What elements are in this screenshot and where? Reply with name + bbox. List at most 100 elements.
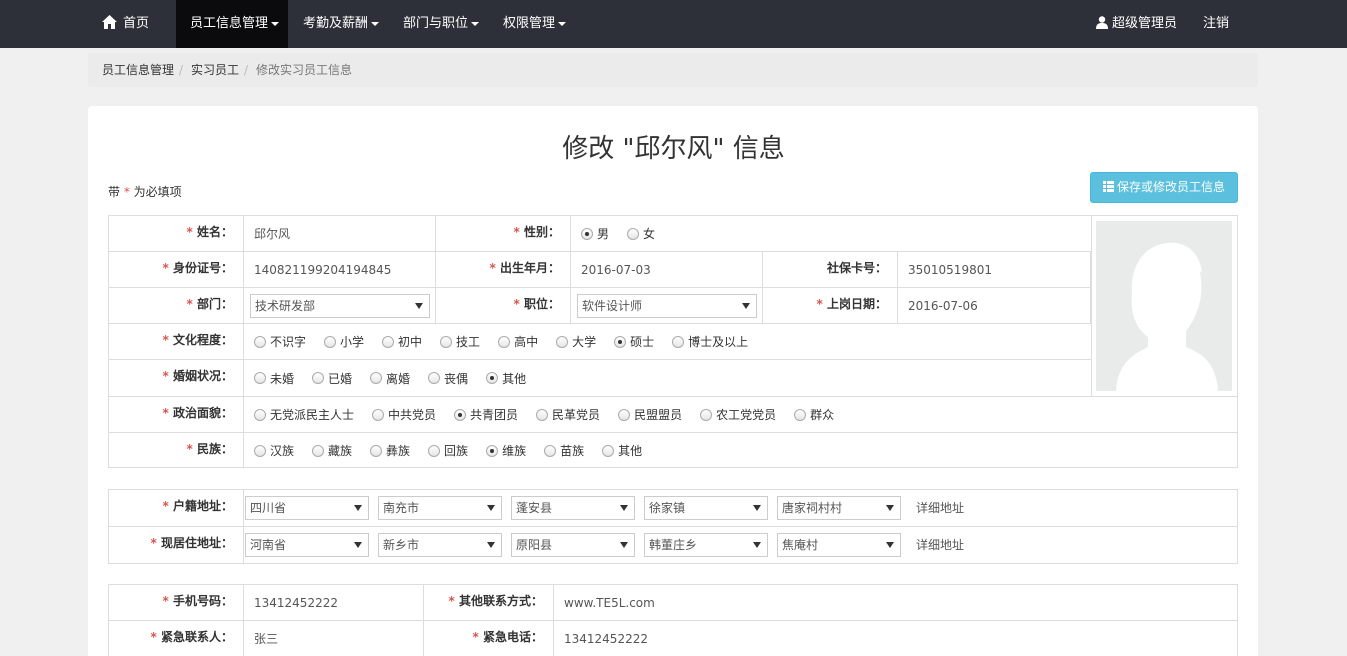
emergency-phone-field[interactable]: 13412452222 — [554, 621, 1237, 656]
radio-option[interactable]: 无党派民主人士 — [254, 406, 354, 423]
other-contact-field[interactable]: www.TE5L.com — [554, 585, 1237, 620]
radio-option[interactable]: 其他 — [486, 370, 526, 387]
radio-option[interactable]: 技工 — [440, 333, 480, 350]
birth-field[interactable]: 2016-07-03 — [571, 252, 763, 287]
radio-unchecked-icon[interactable] — [254, 408, 266, 421]
radio-unchecked-icon[interactable] — [498, 335, 511, 348]
current-town-select[interactable]: 韩董庄乡 — [644, 533, 768, 557]
radio-option[interactable]: 初中 — [382, 333, 422, 350]
current-detail-input[interactable]: 详细地址 — [906, 527, 964, 563]
nav-user-label: 超级管理员 — [1112, 16, 1178, 31]
home-icon — [102, 15, 117, 29]
radio-unchecked-icon[interactable] — [254, 372, 266, 384]
breadcrumb-item[interactable]: 实习员工 — [191, 53, 239, 87]
nav-home[interactable]: 首页 — [102, 0, 149, 48]
name-field[interactable]: 邱尔风 — [244, 216, 436, 251]
radio-option[interactable]: 高中 — [498, 333, 538, 350]
radio-option[interactable]: 共青团员 — [454, 406, 518, 423]
radio-option[interactable]: 小学 — [324, 333, 364, 350]
nav-employee-info[interactable]: 员工信息管理 — [176, 0, 288, 48]
radio-option[interactable]: 不识字 — [254, 333, 306, 350]
radio-unchecked-icon[interactable] — [544, 444, 557, 457]
radio-unchecked-icon[interactable] — [254, 335, 266, 348]
phone-field[interactable]: 13412452222 — [244, 585, 424, 620]
avatar[interactable] — [1096, 221, 1232, 391]
household-town-select[interactable]: 徐家镇 — [644, 496, 768, 520]
social-field[interactable]: 35010519801 — [898, 252, 1091, 287]
radio-option[interactable]: 藏族 — [312, 442, 352, 459]
radio-option[interactable]: 丧偶 — [428, 370, 468, 387]
radio-checked-icon[interactable] — [486, 372, 499, 384]
radio-unchecked-icon[interactable] — [618, 408, 631, 421]
radio-unchecked-icon[interactable] — [536, 408, 549, 421]
radio-unchecked-icon[interactable] — [382, 335, 395, 348]
radio-unchecked-icon[interactable] — [372, 408, 385, 421]
radio-option[interactable]: 其他 — [602, 442, 642, 459]
household-detail-input[interactable]: 详细地址 — [906, 490, 964, 526]
radio-label: 离婚 — [386, 371, 411, 386]
table-row: * 部门： 技术研发部 * 职位： 软件设计师 * 上岗日期： 2016-07-… — [109, 288, 1091, 324]
breadcrumb-item[interactable]: 员工信息管理 — [102, 53, 174, 87]
household-province-select[interactable]: 四川省 — [245, 496, 369, 520]
radio-unchecked-icon[interactable] — [700, 408, 713, 421]
radio-unchecked-icon[interactable] — [312, 444, 325, 457]
radio-option[interactable]: 民盟盟员 — [618, 406, 682, 423]
table-row: * 紧急联系人： 张三 * 紧急电话： 13412452222 — [109, 621, 1237, 656]
household-county-select[interactable]: 蓬安县 — [511, 496, 635, 520]
start-field[interactable]: 2016-07-06 — [898, 288, 1091, 323]
radio-option[interactable]: 未婚 — [254, 370, 294, 387]
radio-option[interactable]: 离婚 — [370, 370, 410, 387]
nav-attendance[interactable]: 考勤及薪酬 — [303, 0, 380, 48]
position-select[interactable]: 软件设计师 — [577, 294, 757, 318]
radio-checked-icon[interactable] — [454, 408, 467, 421]
household-village-select[interactable]: 唐家祠村村 — [777, 496, 901, 520]
radio-checked-icon[interactable] — [614, 335, 627, 348]
radio-checked-icon[interactable] — [486, 444, 499, 457]
radio-option[interactable]: 博士及以上 — [672, 333, 748, 350]
radio-unchecked-icon[interactable] — [602, 444, 615, 457]
current-village-select[interactable]: 焦庵村 — [777, 533, 901, 557]
radio-option[interactable]: 彝族 — [370, 442, 410, 459]
radio-unchecked-icon[interactable] — [254, 444, 266, 457]
current-province-select[interactable]: 河南省 — [245, 533, 369, 557]
radio-unchecked-icon[interactable] — [312, 372, 325, 384]
radio-option[interactable]: 农工党党员 — [700, 406, 776, 423]
radio-option[interactable]: 汉族 — [254, 442, 294, 459]
current-selects: 河南省 新乡市 原阳县 韩董庄乡 焦庵村 详细地址 — [244, 527, 1237, 563]
radio-unchecked-icon[interactable] — [794, 408, 807, 421]
radio-option[interactable]: 中共党员 — [372, 406, 436, 423]
radio-unchecked-icon[interactable] — [440, 335, 453, 348]
id-field[interactable]: 140821199204194845 — [244, 252, 436, 287]
emergency-contact-field[interactable]: 张三 — [244, 621, 424, 656]
logout-link[interactable]: 注销 — [1203, 0, 1229, 48]
household-city-select[interactable]: 南充市 — [378, 496, 502, 520]
radio-option[interactable]: 民革党员 — [536, 406, 600, 423]
radio-unchecked-icon[interactable] — [627, 227, 640, 240]
nav-permissions[interactable]: 权限管理 — [503, 0, 567, 48]
radio-option[interactable]: 群众 — [794, 406, 834, 423]
nav-user[interactable]: 超级管理员 — [1096, 0, 1177, 48]
radio-option[interactable]: 硕士 — [614, 333, 654, 350]
radio-unchecked-icon[interactable] — [556, 335, 569, 348]
radio-option[interactable]: 回族 — [428, 442, 468, 459]
radio-unchecked-icon[interactable] — [370, 444, 383, 457]
radio-unchecked-icon[interactable] — [324, 335, 337, 348]
radio-checked-icon[interactable] — [581, 227, 593, 240]
radio-unchecked-icon[interactable] — [428, 444, 441, 457]
radio-option[interactable]: 维族 — [486, 442, 526, 459]
current-county-select[interactable]: 原阳县 — [511, 533, 635, 557]
radio-unchecked-icon[interactable] — [428, 372, 441, 384]
radio-option[interactable]: 大学 — [556, 333, 596, 350]
dept-select[interactable]: 技术研发部 — [250, 294, 430, 318]
radio-option[interactable]: 男 — [581, 225, 609, 242]
radio-label: 丧偶 — [444, 371, 469, 386]
current-city-select[interactable]: 新乡市 — [378, 533, 502, 557]
save-button[interactable]: 保存或修改员工信息 — [1090, 172, 1238, 203]
radio-option[interactable]: 女 — [627, 225, 655, 242]
radio-option[interactable]: 苗族 — [544, 442, 584, 459]
radio-unchecked-icon[interactable] — [672, 335, 685, 348]
table-row: * 身份证号： 140821199204194845 * 出生年月： 2016-… — [109, 252, 1091, 288]
radio-unchecked-icon[interactable] — [370, 372, 383, 384]
radio-option[interactable]: 已婚 — [312, 370, 352, 387]
nav-departments[interactable]: 部门与职位 — [403, 0, 480, 48]
